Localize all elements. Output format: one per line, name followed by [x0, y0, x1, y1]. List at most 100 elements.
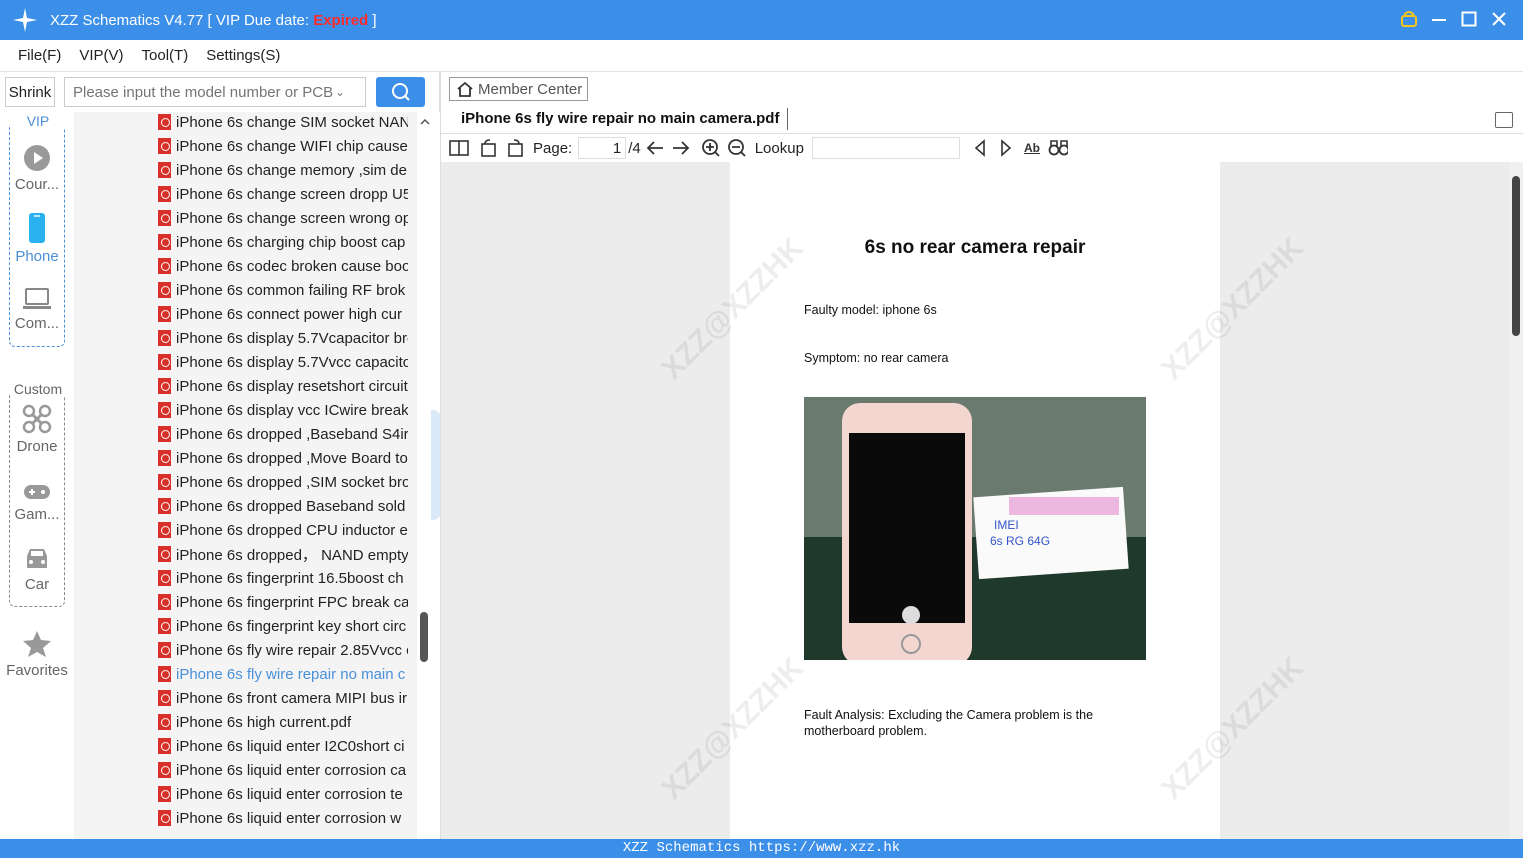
search-button[interactable]: [376, 77, 425, 107]
file-list-item[interactable]: iPhone 6s common failing RF brok: [158, 278, 408, 302]
file-name: iPhone 6s codec broken cause boo: [176, 257, 408, 275]
zoom-in-icon[interactable]: [701, 138, 721, 158]
file-list-item[interactable]: iPhone 6s dropped ,SIM socket bro: [158, 470, 408, 494]
search-input[interactable]: [65, 83, 335, 101]
find-all-icon[interactable]: [1048, 138, 1068, 158]
rotate-left-icon[interactable]: [479, 138, 499, 158]
nav-drone[interactable]: Drone: [0, 404, 74, 455]
zoom-out-icon[interactable]: [727, 138, 747, 158]
gamepad-icon: [24, 485, 50, 499]
nav-game[interactable]: Gam...: [0, 482, 74, 523]
file-list-item[interactable]: iPhone 6s change SIM socket NAN: [158, 112, 408, 134]
document-tab-bar: iPhone 6s fly wire repair no main camera…: [441, 106, 1523, 134]
pdf-icon: [158, 642, 171, 658]
repair-photo: IMEI 6s RG 64G: [804, 397, 1146, 660]
drone-icon: [22, 404, 52, 434]
title-bar: XZZ Schematics V4.77 [ VIP Due date: Exp…: [0, 0, 1523, 40]
pdf-icon: [158, 402, 171, 418]
file-list-item[interactable]: iPhone 6s change screen dropp U5: [158, 182, 408, 206]
file-list-item[interactable]: iPhone 6s dropped ,Move Board to: [158, 446, 408, 470]
file-list-item[interactable]: iPhone 6s charging chip boost cap: [158, 230, 408, 254]
file-list-item[interactable]: iPhone 6s dropped CPU inductor e: [158, 518, 408, 542]
model-search-box[interactable]: ⌄: [64, 77, 366, 107]
viewer-scroll-thumb[interactable]: [1512, 176, 1520, 336]
nav-favorites[interactable]: Favorites: [0, 630, 74, 679]
file-list-item[interactable]: iPhone 6s dropped Baseband sold: [158, 494, 408, 518]
title-suffix: ]: [368, 11, 377, 29]
lookup-input[interactable]: [811, 137, 960, 159]
nav-phone[interactable]: Phone: [0, 212, 74, 265]
file-name: iPhone 6s liquid enter corrosion te: [176, 785, 403, 803]
close-tabs-icon[interactable]: [1495, 112, 1513, 128]
file-list-item[interactable]: iPhone 6s change memory ,sim de: [158, 158, 408, 182]
close-icon[interactable]: [1489, 8, 1509, 30]
file-list-item[interactable]: iPhone 6s display 5.7Vcapacitor bre: [158, 326, 408, 350]
file-list-item[interactable]: iPhone 6s display resetshort circuit: [158, 374, 408, 398]
pdf-icon: [158, 450, 171, 466]
pdf-icon: [158, 186, 171, 202]
file-list-item[interactable]: iPhone 6s dropped， NAND empty: [158, 542, 408, 566]
file-list-item[interactable]: iPhone 6s change screen wrong op: [158, 206, 408, 230]
nav-computer[interactable]: Com...: [0, 287, 74, 332]
find-prev-icon[interactable]: [970, 138, 990, 158]
viewer-scrollbar[interactable]: [1509, 162, 1523, 839]
file-list-item[interactable]: iPhone 6s fly wire repair no main c: [158, 662, 408, 686]
member-center-button[interactable]: Member Center: [449, 77, 588, 101]
nav-drone-label: Drone: [16, 438, 58, 455]
find-next-icon[interactable]: [996, 138, 1016, 158]
scroll-up-icon[interactable]: [417, 114, 433, 130]
sidebar-toggle-icon[interactable]: [449, 138, 469, 158]
file-list-item[interactable]: iPhone 6s change WIFI chip cause: [158, 134, 408, 158]
nav-courses[interactable]: Cour...: [0, 144, 74, 193]
document-tab[interactable]: iPhone 6s fly wire repair no main camera…: [461, 110, 779, 127]
file-name: iPhone 6s high current.pdf: [176, 713, 352, 731]
pdf-viewer[interactable]: XZZ@XZZHK XZZ@XZZHK XZZ@XZZHK XZZ@XZZHK …: [441, 162, 1509, 839]
file-list-item[interactable]: iPhone 6s display vcc ICwire break: [158, 398, 408, 422]
file-list-item[interactable]: iPhone 6s connect power high cur: [158, 302, 408, 326]
file-name: iPhone 6s dropped ,Baseband S4ir: [176, 425, 408, 443]
file-list-item[interactable]: iPhone 6s liquid enter corrosion te: [158, 782, 408, 806]
next-page-icon[interactable]: [671, 138, 691, 158]
file-list-item[interactable]: iPhone 6s liquid enter I2C0short ci: [158, 734, 408, 758]
chevron-down-icon[interactable]: ⌄: [335, 85, 345, 99]
prev-page-icon[interactable]: [645, 138, 665, 158]
pdf-icon: [158, 570, 171, 586]
minimize-icon[interactable]: [1429, 8, 1449, 30]
maximize-icon[interactable]: [1459, 8, 1479, 30]
file-list-item[interactable]: iPhone 6s liquid enter corrosion w: [158, 806, 408, 830]
menu-vip[interactable]: VIP(V): [79, 47, 123, 64]
file-list-item[interactable]: iPhone 6s high current.pdf: [158, 710, 408, 734]
vip-lock-icon[interactable]: [1399, 8, 1419, 30]
file-list-item[interactable]: iPhone 6s fingerprint FPC break ca: [158, 590, 408, 614]
file-list-item[interactable]: iPhone 6s fingerprint 16.5boost ch: [158, 566, 408, 590]
pdf-icon: [158, 666, 171, 682]
file-list-item[interactable]: iPhone 6s display 5.7Vvcc capacito: [158, 350, 408, 374]
menu-settings[interactable]: Settings(S): [206, 47, 280, 64]
match-case-icon[interactable]: Ab: [1022, 138, 1042, 158]
file-list-item[interactable]: iPhone 6s front camera MIPI bus ir: [158, 686, 408, 710]
menu-tool[interactable]: Tool(T): [142, 47, 189, 64]
pdf-icon: [158, 618, 171, 634]
file-name: iPhone 6s display vcc ICwire break: [176, 401, 408, 419]
nav-car[interactable]: Car: [0, 546, 74, 593]
file-list-item[interactable]: iPhone 6s dropped ,Baseband S4ir: [158, 422, 408, 446]
file-list-item[interactable]: iPhone 6s liquid enter corrosion ca: [158, 758, 408, 782]
file-name: iPhone 6s dropped ,Move Board to: [176, 449, 408, 467]
menu-file[interactable]: File(F): [18, 47, 61, 64]
page-total: /4: [628, 139, 641, 157]
file-list-scroll-thumb[interactable]: [420, 612, 428, 662]
file-list-item[interactable]: iPhone 6s fingerprint key short circ: [158, 614, 408, 638]
watermark: XZZ@XZZHK: [1155, 651, 1310, 807]
file-list-item[interactable]: iPhone 6s fly wire repair 2.85Vvcc c: [158, 638, 408, 662]
category-sidebar: VIP Custom Cour... Phone Com... Drone Ga…: [0, 112, 74, 839]
rotate-right-icon[interactable]: [505, 138, 525, 158]
file-name: iPhone 6s common failing RF brok: [176, 281, 406, 299]
file-name: iPhone 6s liquid enter I2C0short ci: [176, 737, 405, 755]
search-icon: [392, 83, 410, 101]
pdf-icon: [158, 234, 171, 250]
shrink-button[interactable]: Shrink: [5, 77, 55, 107]
file-name: iPhone 6s charging chip boost cap: [176, 233, 406, 251]
file-list-item[interactable]: iPhone 6s codec broken cause boo: [158, 254, 408, 278]
pdf-icon: [158, 138, 171, 154]
page-input[interactable]: 1: [578, 137, 627, 159]
